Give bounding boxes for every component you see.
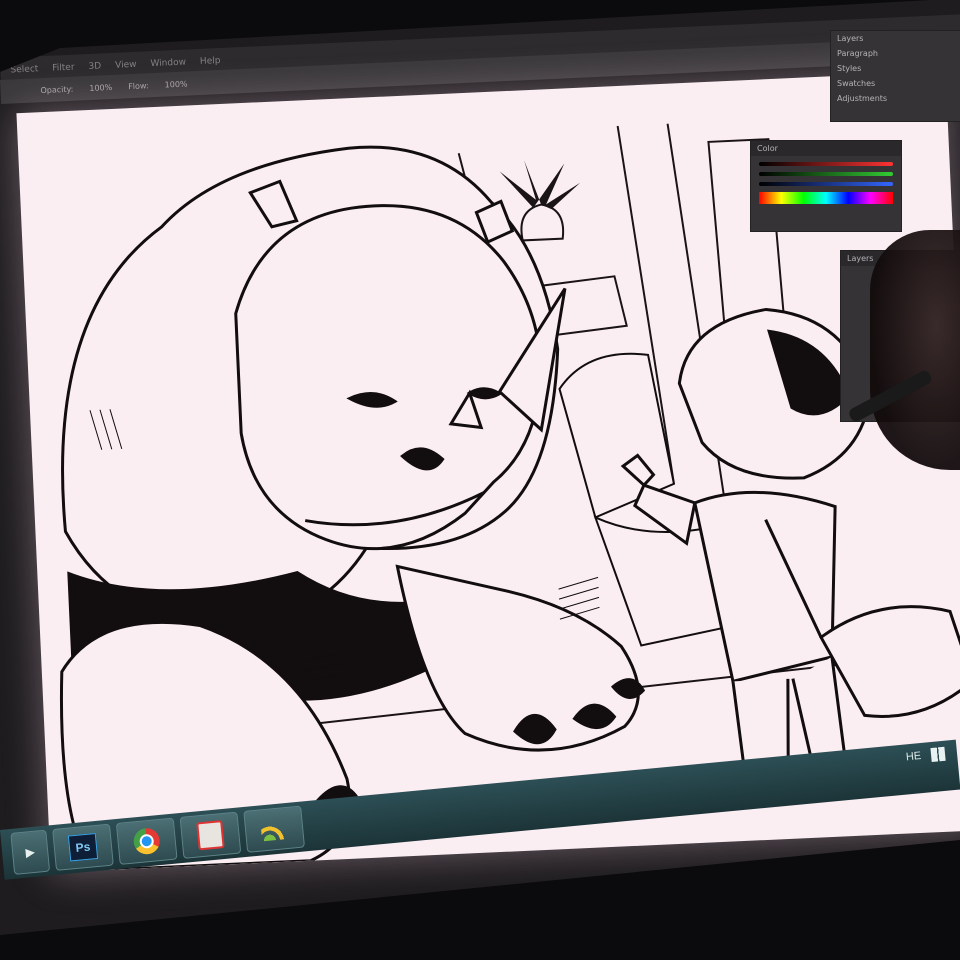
opacity-label: Opacity: (40, 84, 74, 95)
menu-item-3d[interactable]: 3D (88, 61, 101, 72)
artist-hand (870, 230, 960, 470)
start-button[interactable]: ▶ (10, 829, 51, 875)
taskbar-chrome[interactable] (115, 817, 178, 865)
color-panel-title: Color (751, 141, 901, 156)
menu-item-view[interactable]: View (115, 60, 137, 71)
boy-satchel (819, 605, 960, 718)
taskbar-app-red[interactable] (179, 811, 242, 859)
adjust-item-layers[interactable]: Layers (831, 31, 960, 46)
flow-value[interactable]: 100% (164, 79, 187, 89)
flow-label: Flow: (127, 80, 149, 91)
taskbar-wifi-app[interactable] (243, 805, 305, 853)
system-tray: HE (905, 746, 957, 765)
vase (520, 203, 565, 242)
red-slider[interactable] (759, 162, 893, 166)
adjust-item-styles[interactable]: Styles (831, 61, 960, 76)
adjust-item-paragraph[interactable]: Paragraph (831, 46, 960, 61)
adjustments-panel[interactable]: Layers Paragraph Styles Swatches Adjustm… (830, 30, 960, 122)
menu-item-help[interactable]: Help (200, 56, 221, 67)
language-indicator[interactable]: HE (905, 750, 921, 763)
red-app-icon (196, 820, 225, 851)
rhino (59, 145, 646, 873)
adjust-item-swatches[interactable]: Swatches (831, 76, 960, 91)
opacity-value[interactable]: 100% (89, 82, 112, 92)
blue-slider[interactable] (759, 182, 893, 186)
menu-item-filter[interactable]: Filter (52, 63, 75, 74)
plant (499, 160, 581, 210)
chrome-icon (132, 827, 161, 856)
color-panel[interactable]: Color (750, 140, 902, 232)
wifi-icon (260, 817, 289, 842)
adjust-item-adjustments[interactable]: Adjustments (831, 91, 960, 106)
taskbar-photoshop[interactable]: Ps (52, 823, 114, 871)
menu-item-window[interactable]: Window (150, 58, 186, 70)
start-arrow-icon: ▶ (24, 844, 36, 860)
photoshop-icon: Ps (67, 833, 99, 862)
windows-flag-icon[interactable] (930, 746, 946, 763)
boy-body (693, 490, 837, 684)
green-slider[interactable] (759, 172, 893, 176)
tablet-screen: Select Filter 3D View Window Help Opacit… (0, 0, 960, 935)
color-spectrum[interactable] (759, 192, 893, 204)
menu-item-select[interactable]: Select (10, 64, 38, 75)
